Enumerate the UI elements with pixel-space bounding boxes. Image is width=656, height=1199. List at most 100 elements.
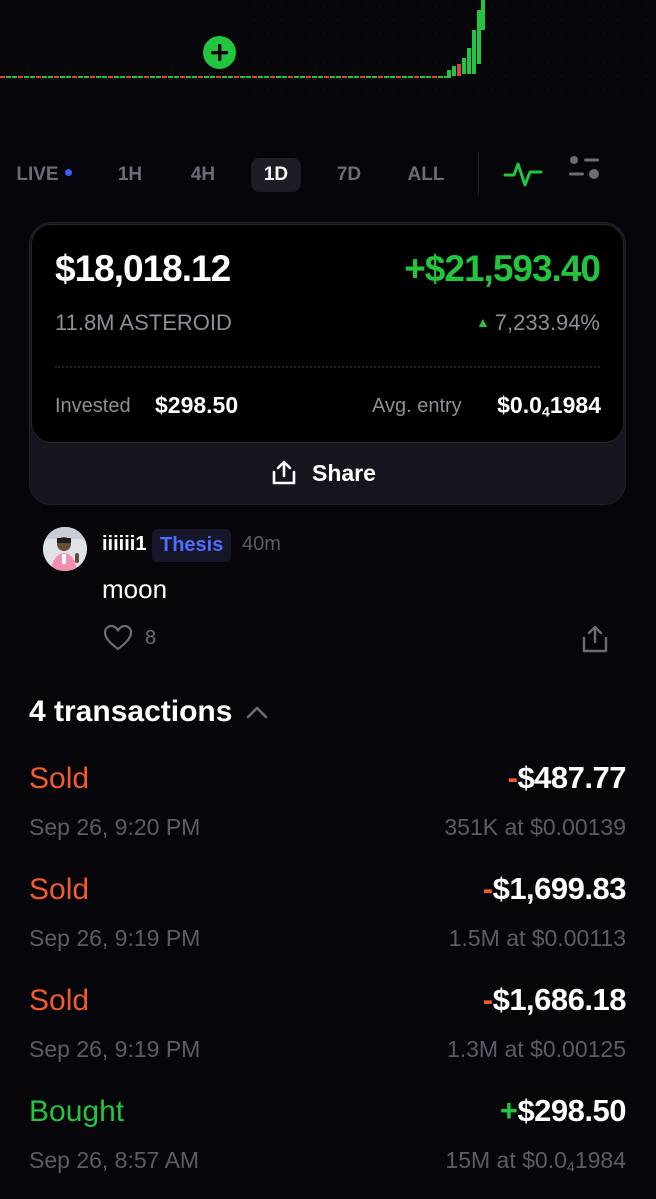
- candle: [258, 76, 263, 78]
- post-share-button[interactable]: [580, 624, 610, 659]
- timeframe-tabs: LIVE 1H 4H 1D 7D ALL: [0, 148, 656, 196]
- post-username[interactable]: iiiiii1: [102, 533, 146, 556]
- grid-dot: [631, 33, 633, 35]
- transactions-toggle[interactable]: 4 transactions: [29, 695, 268, 729]
- grid-dot: [561, 19, 563, 21]
- grid-dot: [561, 47, 563, 49]
- up-triangle-icon: ▲: [475, 314, 490, 330]
- candle: [150, 76, 155, 78]
- grid-dot: [239, 47, 241, 49]
- avg-entry-digits: 1984: [549, 392, 601, 418]
- grid-dot: [477, 75, 479, 77]
- grid-dot: [491, 89, 493, 91]
- chart-candles: [447, 0, 485, 78]
- grid-dot: [337, 33, 339, 35]
- avg-entry-zero-count: 4: [541, 404, 550, 421]
- price-chart[interactable]: [0, 0, 656, 130]
- grid-dot: [645, 89, 647, 91]
- grid-dot: [449, 5, 451, 7]
- grid-dot: [519, 5, 521, 7]
- pulse-line-icon[interactable]: [503, 158, 543, 190]
- chevron-up-icon: [247, 706, 268, 719]
- grid-dot: [407, 5, 409, 7]
- transaction-at: at: [504, 814, 524, 840]
- tab-1h[interactable]: 1H: [106, 158, 154, 192]
- grid-dot: [603, 89, 605, 91]
- grid-dot: [393, 47, 395, 49]
- post-text: moon: [102, 574, 168, 604]
- candle: [192, 76, 197, 78]
- grid-dot: [449, 89, 451, 91]
- tab-all[interactable]: ALL: [398, 158, 454, 192]
- share-icon: [582, 625, 608, 653]
- grid-dot: [631, 19, 633, 21]
- grid-dot: [365, 5, 367, 7]
- candle: [366, 76, 371, 78]
- candle: [234, 76, 239, 78]
- grid-dot: [323, 89, 325, 91]
- transaction-qty: 1.5M: [448, 925, 500, 951]
- grid-dot: [547, 47, 549, 49]
- grid-dot: [267, 89, 269, 91]
- grid-dot: [603, 75, 605, 77]
- grid-dot: [519, 61, 521, 63]
- candle: [216, 76, 221, 78]
- tab-4h[interactable]: 4H: [178, 158, 228, 192]
- share-icon: [272, 460, 296, 485]
- candle: [42, 76, 47, 78]
- candle: [84, 76, 89, 78]
- grid-dot: [309, 5, 311, 7]
- tab-live[interactable]: LIVE: [10, 158, 78, 192]
- tab-live-label: LIVE: [16, 164, 59, 185]
- grid-dot: [561, 75, 563, 77]
- grid-dot: [575, 5, 577, 7]
- candle: [396, 76, 401, 78]
- grid-dot: [645, 75, 647, 77]
- amount-value: $1,699.83: [492, 871, 627, 906]
- candle: [90, 76, 95, 78]
- grid-dot: [295, 89, 297, 91]
- grid-dot: [365, 61, 367, 63]
- transaction-date: Sep 26, 9:19 PM: [29, 925, 201, 951]
- grid-dot: [463, 75, 465, 77]
- grid-dot: [267, 19, 269, 21]
- grid-dot: [491, 33, 493, 35]
- grid-dot: [589, 33, 591, 35]
- grid-dot: [603, 47, 605, 49]
- sliders-icon[interactable]: [566, 154, 602, 186]
- grid-dot: [617, 89, 619, 91]
- grid-dot: [589, 19, 591, 21]
- add-trade-button[interactable]: [203, 36, 236, 69]
- avatar[interactable]: [43, 527, 87, 571]
- amount-sign: -: [507, 760, 518, 795]
- pnl-percent: ▲ 7,233.94%: [476, 310, 600, 336]
- like-button[interactable]: 8: [103, 624, 156, 652]
- share-button[interactable]: Share: [270, 456, 376, 490]
- transaction-detail: 15M at $0.041984: [445, 1147, 626, 1176]
- grid-dot: [295, 19, 297, 21]
- transaction-date: Sep 26, 9:20 PM: [29, 814, 201, 840]
- invested-label: Invested: [55, 395, 131, 417]
- grid-dot: [337, 89, 339, 91]
- transaction-price-prefix: $0.0: [522, 1147, 567, 1173]
- tab-1d[interactable]: 1D: [251, 158, 301, 192]
- grid-dot: [393, 33, 395, 35]
- grid-dot: [379, 19, 381, 21]
- grid-dot: [617, 47, 619, 49]
- user-photo: [43, 527, 87, 571]
- avg-entry-label: Avg. entry: [372, 395, 462, 417]
- candle: [481, 0, 485, 30]
- transaction-qty: 15M: [445, 1147, 491, 1173]
- transaction-at: at: [496, 1147, 516, 1173]
- candle: [384, 76, 389, 78]
- grid-dot: [575, 89, 577, 91]
- grid-dot: [631, 75, 633, 77]
- grid-dot: [351, 89, 353, 91]
- grid-dot: [491, 19, 493, 21]
- tab-7d[interactable]: 7D: [324, 158, 374, 192]
- grid-dot: [463, 47, 465, 49]
- avg-entry-value: $0.041984: [497, 392, 601, 421]
- grid-dot: [519, 89, 521, 91]
- grid-dot: [575, 75, 577, 77]
- candle: [114, 76, 119, 78]
